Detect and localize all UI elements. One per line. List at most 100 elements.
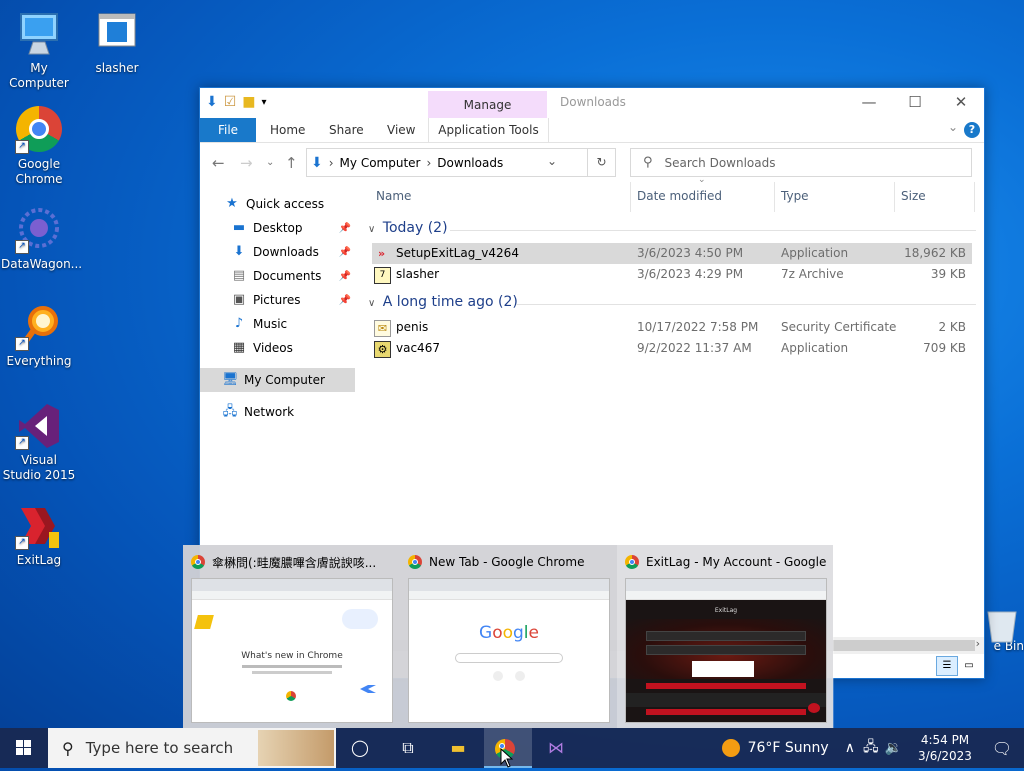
- task-view-icon[interactable]: ⧉: [384, 728, 432, 768]
- tab-view[interactable]: View: [387, 118, 415, 142]
- column-header-type[interactable]: Type: [781, 182, 809, 212]
- desktop-icon-label: Everything: [6, 354, 72, 368]
- file-row[interactable]: » SetupExitLag_v4264 3/6/2023 4:50 PM Ap…: [372, 243, 972, 264]
- thumbnail-window-1[interactable]: 傘楙問(:畦魔膿嗶含膚說諛咳... What's new in Chrome: [183, 545, 400, 728]
- close-button[interactable]: ✕: [938, 88, 984, 118]
- pin-icon[interactable]: 📌: [339, 223, 351, 234]
- column-divider[interactable]: [894, 182, 895, 212]
- visual-studio-icon[interactable]: ⋈: [532, 728, 580, 768]
- maximize-button[interactable]: ☐: [892, 88, 938, 118]
- column-header-name[interactable]: Name: [376, 182, 411, 212]
- desktop-icon-chrome[interactable]: ↗ Google Chrome: [1, 106, 77, 187]
- window-controls: — ☐ ✕: [846, 88, 984, 118]
- file-type: Security Certificate: [781, 320, 897, 334]
- taskbar-search-box[interactable]: ⚲ Type here to search: [48, 728, 336, 768]
- clock[interactable]: 4:54 PM 3/6/2023: [910, 732, 980, 764]
- tab-application-tools[interactable]: Application Tools: [428, 118, 549, 142]
- nav-pictures[interactable]: ▣ Pictures 📌: [231, 288, 355, 312]
- google-logo: Google: [479, 623, 539, 643]
- column-header-size[interactable]: Size: [901, 182, 926, 212]
- group-header-today[interactable]: ∨ Today (2): [368, 220, 976, 236]
- address-dropdown-icon[interactable]: ⌄: [547, 154, 557, 168]
- nav-quick-access[interactable]: ★ Quick access: [224, 192, 379, 216]
- desktop-icon-my-computer[interactable]: My Computer: [1, 10, 77, 91]
- nav-documents[interactable]: ▤ Documents 📌: [231, 264, 355, 288]
- large-icons-view-icon[interactable]: ▭: [958, 656, 980, 676]
- collapse-chevron-icon[interactable]: ∨: [368, 298, 375, 309]
- nav-videos[interactable]: ▦ Videos: [231, 336, 355, 360]
- tab-home[interactable]: Home: [270, 118, 305, 142]
- nav-downloads[interactable]: ⬇ Downloads 📌: [231, 240, 355, 264]
- ribbon-expand-icon[interactable]: ⌄: [948, 120, 958, 134]
- scroll-right-icon[interactable]: ›: [976, 637, 980, 650]
- nav-my-computer[interactable]: 🖥 My Computer: [200, 368, 355, 392]
- thumbnail-window-2[interactable]: New Tab - Google Chrome Google: [400, 545, 617, 728]
- desktop-icon-exitlag[interactable]: ↗ ExitLag: [1, 502, 77, 568]
- file-explorer-icon[interactable]: ▬: [434, 728, 482, 768]
- search-placeholder: Search Downloads: [664, 155, 776, 170]
- search-box[interactable]: ⚲ Search Downloads: [630, 148, 972, 177]
- desktop-icon-datawagon[interactable]: ↗ DataWagon...: [1, 206, 82, 272]
- file-row[interactable]: ⚙ vac467 9/2/2022 11:37 AM Application 7…: [372, 338, 972, 359]
- back-arrow-icon[interactable]: ←: [212, 154, 225, 172]
- minimize-button[interactable]: —: [846, 88, 892, 118]
- file-type: Application: [781, 246, 849, 260]
- desktop-folder-icon: ▬: [232, 220, 246, 235]
- title-bar: ⬇ ☑ ■ ▾ Manage Downloads — ☐ ✕: [200, 88, 984, 118]
- file-date: 3/6/2023 4:29 PM: [637, 267, 744, 281]
- collapse-chevron-icon[interactable]: ∨: [368, 224, 375, 235]
- shortcut-arrow-icon: ↗: [15, 140, 29, 154]
- desktop-icon-label: ExitLag: [16, 553, 62, 567]
- file-size: 709 KB: [923, 341, 966, 355]
- manage-tab[interactable]: Manage: [428, 91, 547, 118]
- qat-dropdown-icon[interactable]: ▾: [262, 97, 267, 108]
- tab-share[interactable]: Share: [329, 118, 364, 142]
- details-view-icon[interactable]: ☰: [936, 656, 958, 676]
- pin-icon[interactable]: 📌: [339, 295, 351, 306]
- desktop-icon-everything[interactable]: ↗ Everything: [1, 303, 77, 369]
- tab-file[interactable]: File: [200, 118, 256, 142]
- pin-icon[interactable]: 📌: [339, 271, 351, 282]
- new-folder-icon[interactable]: ■: [242, 94, 255, 110]
- breadcrumb-my-computer[interactable]: My Computer: [340, 156, 421, 170]
- downloads-icon: ⬇: [233, 244, 245, 259]
- column-divider[interactable]: [974, 182, 975, 212]
- nav-music[interactable]: ♪ Music: [231, 312, 355, 336]
- nav-network[interactable]: 🖧 Network: [222, 400, 355, 424]
- file-row[interactable]: 7 slasher 3/6/2023 4:29 PM 7z Archive 39…: [372, 264, 972, 285]
- address-bar[interactable]: ⬇ › My Computer › Downloads ⌄: [306, 148, 588, 177]
- group-header-long-ago[interactable]: ∨ A long time ago (2): [368, 294, 976, 310]
- weather-text[interactable]: 76°F Sunny: [748, 740, 829, 756]
- star-icon: ★: [226, 196, 238, 211]
- network-icon[interactable]: 🖧: [863, 736, 879, 760]
- cortana-icon[interactable]: ◯: [336, 728, 384, 768]
- nav-desktop[interactable]: ▬ Desktop 📌: [231, 216, 355, 240]
- properties-icon[interactable]: ☑: [224, 94, 237, 110]
- nav-label: Desktop: [253, 221, 303, 235]
- column-header-date[interactable]: Date modified: [637, 182, 722, 212]
- column-divider[interactable]: [774, 182, 775, 212]
- quick-access-toolbar: ⬇ ☑ ■ ▾: [206, 94, 267, 110]
- pin-icon[interactable]: 📌: [339, 247, 351, 258]
- desktop-icon-visual-studio[interactable]: ↗ Visual Studio 2015: [1, 402, 77, 483]
- breadcrumb-downloads[interactable]: Downloads: [437, 156, 503, 170]
- down-arrow-icon[interactable]: ⬇: [206, 94, 218, 110]
- forward-arrow-icon[interactable]: →: [240, 154, 253, 172]
- volume-icon[interactable]: 🔉: [885, 740, 902, 756]
- desktop-icon-slasher[interactable]: slasher: [79, 10, 155, 76]
- recent-locations-icon[interactable]: ⌄: [266, 157, 274, 168]
- notification-icon[interactable]: 🗨: [980, 739, 1024, 758]
- column-divider[interactable]: [630, 182, 631, 212]
- thumbnail-window-3[interactable]: ExitLag - My Account - Google ... ExitLa…: [617, 545, 834, 728]
- help-icon[interactable]: ?: [964, 122, 980, 138]
- up-arrow-icon[interactable]: ↑: [285, 154, 298, 172]
- breadcrumb-separator: ›: [328, 155, 334, 170]
- file-size: 39 KB: [930, 267, 966, 281]
- refresh-button[interactable]: ↻: [587, 148, 616, 177]
- thumbnail-title: ExitLag - My Account - Google ...: [625, 554, 828, 570]
- music-icon: ♪: [234, 316, 244, 331]
- file-row[interactable]: ✉ penis 10/17/2022 7:58 PM Security Cert…: [372, 317, 972, 338]
- tray-expand-icon[interactable]: ∧: [845, 740, 855, 756]
- group-label: A long time ago (2): [382, 294, 518, 310]
- start-button[interactable]: [0, 728, 48, 768]
